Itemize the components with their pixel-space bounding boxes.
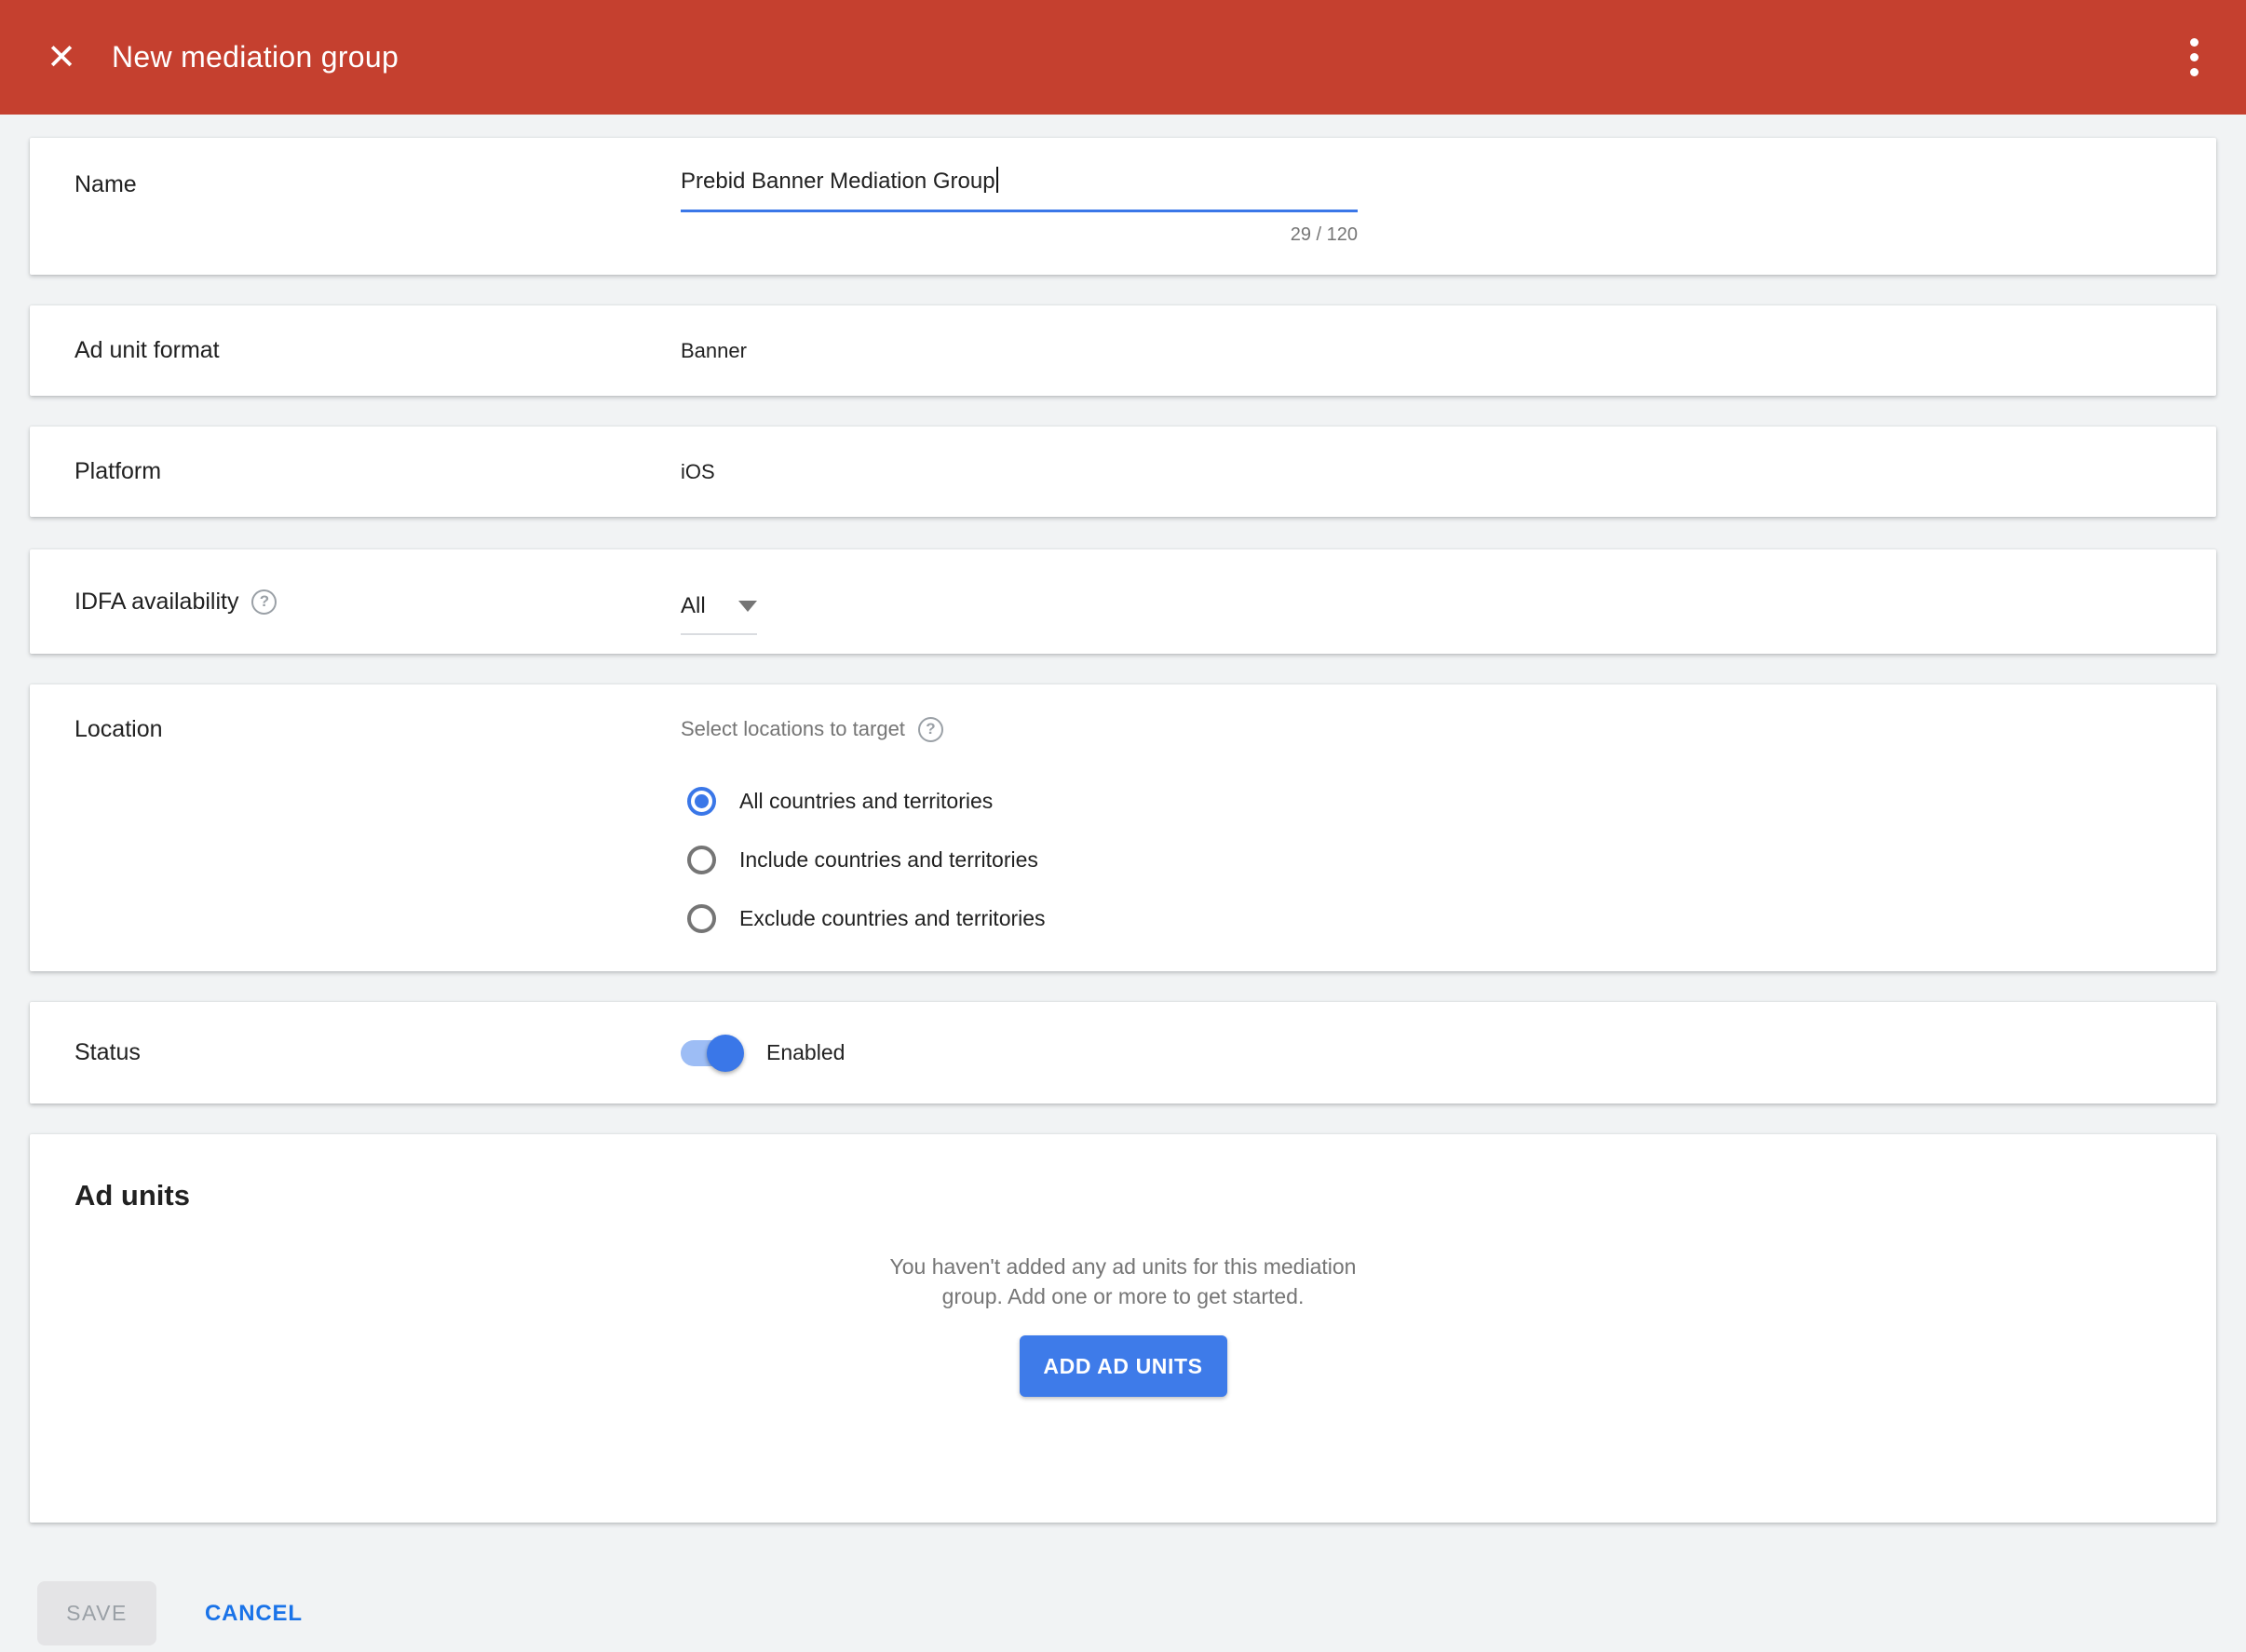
help-icon[interactable]: ? (918, 717, 943, 742)
kebab-dot (2190, 38, 2199, 47)
status-label: Status (74, 1039, 681, 1066)
page-title: New mediation group (112, 40, 399, 74)
platform-label: Platform (74, 458, 681, 485)
footer-actions: SAVE CANCEL (37, 1581, 2246, 1645)
status-value: Enabled (766, 1040, 845, 1065)
char-counter: 29 / 120 (681, 224, 1358, 246)
cancel-button[interactable]: CANCEL (186, 1582, 321, 1645)
radio-all-countries[interactable]: All countries and territories (681, 772, 2216, 831)
ad-units-heading: Ad units (74, 1179, 2216, 1212)
platform-value: iOS (681, 460, 715, 484)
kebab-dot (2190, 68, 2199, 76)
idfa-select[interactable]: All (681, 592, 757, 635)
empty-state-line1: You haven't added any ad units for this … (30, 1252, 2216, 1281)
kebab-dot (2190, 53, 2199, 61)
radio-label: Exclude countries and territories (739, 906, 1046, 931)
radio-label: All countries and territories (739, 789, 993, 814)
radio-exclude-countries[interactable]: Exclude countries and territories (681, 889, 2216, 948)
radio-include-countries[interactable]: Include countries and territories (681, 831, 2216, 889)
appbar: ✕ New mediation group (0, 0, 2246, 115)
name-input-value: Prebid Banner Mediation Group (681, 169, 995, 194)
kebab-menu-icon[interactable] (2168, 25, 2220, 90)
idfa-select-value: All (681, 592, 706, 620)
idfa-label: IDFA availability (74, 589, 238, 616)
chevron-down-icon (738, 601, 757, 612)
radio-selected-icon (687, 787, 716, 816)
help-icon[interactable]: ? (251, 589, 277, 615)
input-underline (681, 210, 1358, 212)
add-ad-units-button[interactable]: ADD AD UNITS (1020, 1335, 1227, 1397)
ad-unit-format-value: Banner (681, 339, 747, 363)
text-cursor (996, 167, 998, 193)
location-label: Location (74, 714, 681, 744)
radio-label: Include countries and territories (739, 847, 1038, 873)
ad-units-empty-state: You haven't added any ad units for this … (30, 1252, 2216, 1311)
toggle-thumb (707, 1035, 744, 1072)
status-card: Status Enabled (30, 1002, 2216, 1104)
idfa-card: IDFA availability ? All (30, 549, 2216, 654)
platform-card: Platform iOS (30, 427, 2216, 517)
empty-state-line2: group. Add one or more to get started. (30, 1281, 2216, 1311)
ad-units-card: Ad units You haven't added any ad units … (30, 1134, 2216, 1523)
location-hint: Select locations to target (681, 717, 905, 741)
status-toggle[interactable] (681, 1040, 742, 1066)
name-input[interactable]: Prebid Banner Mediation Group 29 / 120 (681, 138, 1358, 246)
ad-unit-format-label: Ad unit format (74, 337, 681, 364)
save-button[interactable]: SAVE (37, 1581, 156, 1645)
name-card: Name Prebid Banner Mediation Group 29 / … (30, 138, 2216, 275)
location-card: Location Select locations to target ? Al… (30, 684, 2216, 971)
name-label: Name (74, 171, 681, 198)
radio-unselected-icon (687, 846, 716, 874)
close-icon[interactable]: ✕ (34, 30, 89, 86)
ad-unit-format-card: Ad unit format Banner (30, 305, 2216, 396)
radio-unselected-icon (687, 904, 716, 933)
location-radio-group: All countries and territories Include co… (681, 772, 2216, 948)
